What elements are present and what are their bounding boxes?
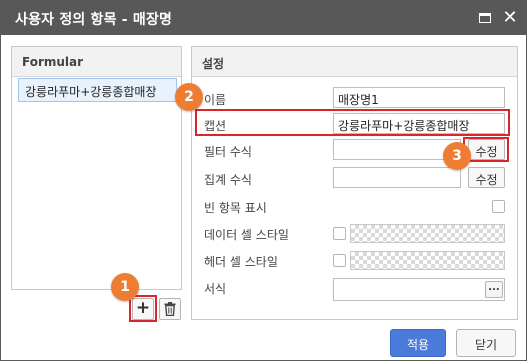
plus-icon: + xyxy=(135,298,151,318)
filter-formula-input[interactable] xyxy=(333,139,461,160)
show-empty-label: 빈 항목 표시 xyxy=(204,201,267,215)
close-button[interactable]: 닫기 xyxy=(456,329,516,357)
custom-item-dialog: 사용자 정의 항목 - 매장명 ✕ Formular 강릉라푸마+강릉종합매장 … xyxy=(0,0,527,361)
header-cell-style-label: 헤더 셀 스타일 xyxy=(204,255,278,269)
name-input[interactable]: 매장명1 xyxy=(333,87,505,108)
aggregate-edit-button[interactable]: 수정 xyxy=(468,167,505,188)
dialog-title: 사용자 정의 항목 - 매장명 xyxy=(15,12,173,28)
apply-button[interactable]: 적용 xyxy=(390,329,446,357)
caption-input[interactable]: 강릉라푸마+강릉종합매장 xyxy=(333,113,505,134)
format-input[interactable] xyxy=(333,278,505,301)
aggregate-formula-label: 집계 수식 xyxy=(204,173,252,187)
aggregate-formula-input[interactable] xyxy=(333,167,461,188)
header-cell-style-checkbox[interactable] xyxy=(333,254,346,267)
step-badge-1: 1 xyxy=(111,273,139,301)
filter-edit-button[interactable]: 수정 xyxy=(468,139,505,160)
close-icon[interactable]: ✕ xyxy=(500,8,520,28)
settings-panel: 설정 이름 매장명1 캡션 강릉라푸마+강릉종합매장 필터 수식 수정 집계 수… xyxy=(191,46,518,320)
title-bar: 사용자 정의 항목 - 매장명 ✕ xyxy=(1,1,526,35)
step-badge-3: 3 xyxy=(443,142,471,170)
data-cell-style-swatch[interactable] xyxy=(350,224,505,243)
settings-header: 설정 xyxy=(192,47,517,77)
format-picker-button[interactable]: ... xyxy=(485,281,503,298)
caption-label: 캡션 xyxy=(204,119,227,133)
delete-button[interactable] xyxy=(159,298,181,320)
list-item[interactable]: 강릉라푸마+강릉종합매장 xyxy=(18,78,177,102)
step-badge-2: 2 xyxy=(175,83,203,111)
data-cell-style-checkbox[interactable] xyxy=(333,227,346,240)
format-label: 서식 xyxy=(204,282,227,296)
show-empty-checkbox[interactable] xyxy=(492,200,505,213)
data-cell-style-label: 데이터 셀 스타일 xyxy=(204,228,289,242)
formular-header: Formular xyxy=(12,47,181,77)
maximize-icon[interactable] xyxy=(475,8,495,28)
header-cell-style-swatch[interactable] xyxy=(350,251,505,270)
add-button[interactable]: + xyxy=(132,298,154,320)
filter-formula-label: 필터 수식 xyxy=(204,145,252,159)
name-label: 이름 xyxy=(204,93,227,107)
trash-icon xyxy=(164,302,176,317)
